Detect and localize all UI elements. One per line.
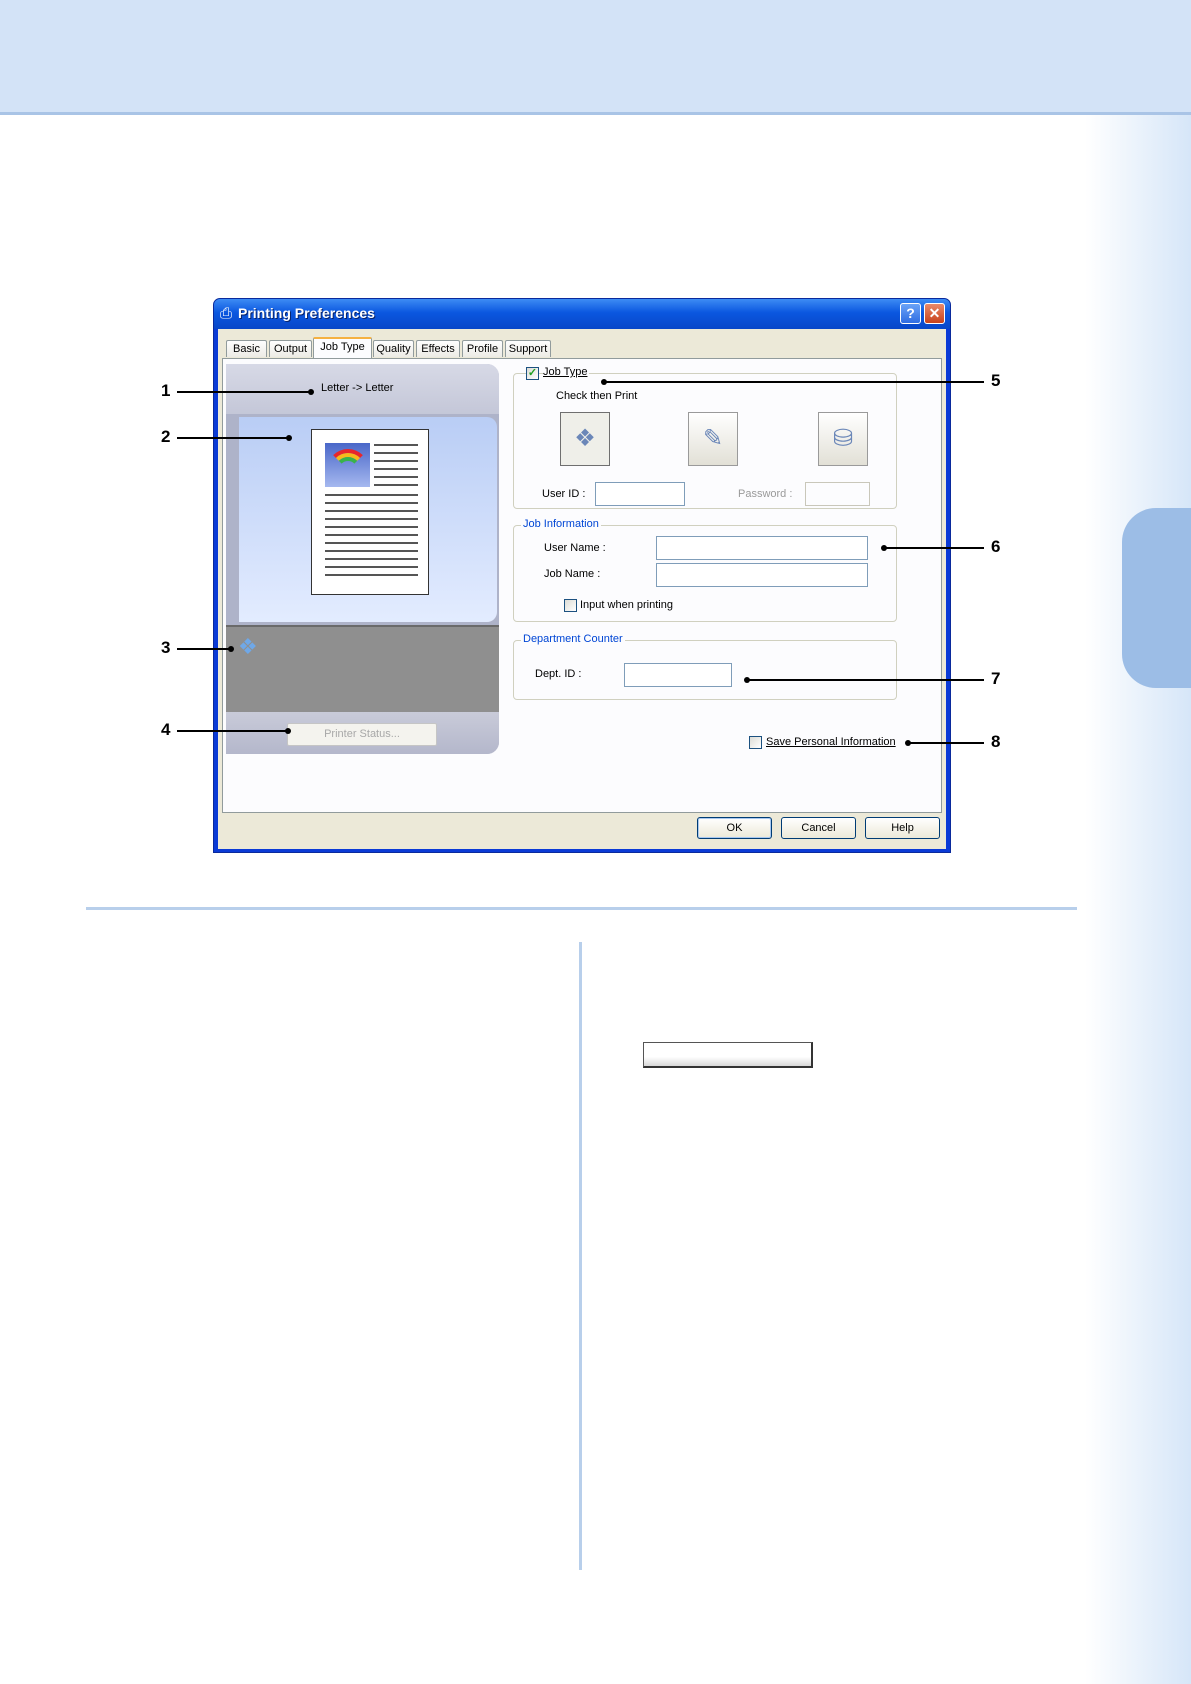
title-help-button[interactable]: ?: [900, 303, 921, 324]
tab-job-type[interactable]: Job Type: [313, 337, 372, 358]
close-button[interactable]: ✕: [924, 303, 945, 324]
tab-profile[interactable]: Profile: [462, 340, 503, 357]
callout-number-3: 3: [161, 638, 171, 657]
tab-quality[interactable]: Quality: [373, 340, 414, 357]
callout-line-7: [747, 679, 984, 681]
page-header-band: [0, 0, 1191, 115]
dept-id-input[interactable]: [624, 663, 732, 687]
callout-number-4: 4: [161, 720, 171, 739]
callout-dot-1: [308, 389, 314, 395]
callout-number-6: 6: [991, 537, 1001, 556]
preview-footer: Printer Status...: [226, 712, 499, 754]
job-mode-label: Check then Print: [556, 390, 638, 402]
paper-size-text: Letter -> Letter: [321, 382, 394, 394]
section-divider: [86, 907, 1077, 910]
print-preview-pane: Letter -> Letter ❖ Printer Status...: [226, 364, 499, 754]
callout-number-5: 5: [991, 371, 1001, 390]
callout-line-3: [177, 648, 231, 650]
callout-dot-6: [881, 545, 887, 551]
input-when-printing-checkbox[interactable]: [564, 599, 577, 612]
window-title: Printing Preferences: [238, 305, 375, 321]
button-illustration: [643, 1042, 813, 1068]
tab-support[interactable]: Support: [505, 340, 551, 357]
callout-line-6: [884, 547, 984, 549]
save-personal-information-label: Save Personal Information: [766, 736, 896, 748]
check-then-print-icon: ❖: [238, 634, 258, 659]
callout-dot-8: [905, 740, 911, 746]
user-id-label: User ID :: [542, 488, 586, 500]
job-information-legend: Job Information: [521, 518, 601, 530]
callout-dot-5: [601, 379, 607, 385]
page-side-strip: [1085, 115, 1191, 1684]
store-job-button[interactable]: ⛁: [818, 412, 868, 466]
callout-dot-3: [228, 646, 234, 652]
job-name-input[interactable]: [656, 563, 868, 587]
page-preview-area: [239, 417, 497, 622]
secure-print-button[interactable]: ✎: [688, 412, 738, 466]
rainbow-image-icon: [325, 443, 370, 487]
department-counter-group: Department Counter Dept. ID :: [513, 633, 897, 700]
callout-line-8: [908, 742, 984, 744]
preview-header: Letter -> Letter: [226, 364, 499, 414]
password-input[interactable]: [805, 482, 870, 506]
dialog-client-area: Basic Output Job Type Quality Effects Pr…: [218, 329, 946, 849]
cancel-button[interactable]: Cancel: [781, 817, 856, 839]
column-divider: [579, 942, 582, 1570]
callout-number-8: 8: [991, 732, 1001, 751]
job-type-group: ✓ Job Type Check then Print ❖ ✎ ⛁ User I…: [513, 366, 897, 509]
save-personal-information-checkbox[interactable]: [749, 736, 762, 749]
tab-output[interactable]: Output: [269, 340, 312, 357]
job-type-tab-panel: Letter -> Letter ❖ Printer Status... ✓ J…: [222, 358, 942, 813]
printer-icon: ⎙: [220, 305, 233, 322]
job-name-label: Job Name :: [544, 568, 601, 580]
tab-basic[interactable]: Basic: [226, 340, 267, 357]
callout-number-7: 7: [991, 669, 1001, 688]
tab-effects[interactable]: Effects: [416, 340, 460, 357]
job-type-checkbox[interactable]: ✓: [526, 367, 539, 380]
page-preview-image: [311, 429, 429, 595]
department-counter-legend: Department Counter: [521, 633, 625, 645]
callout-line-4: [177, 730, 288, 732]
help-button[interactable]: Help: [865, 817, 940, 839]
callout-line-5: [604, 381, 984, 383]
title-bar[interactable]: ⎙ Printing Preferences ? ✕: [214, 299, 950, 329]
job-type-checkbox-label: Job Type: [543, 366, 590, 378]
job-information-group: Job Information User Name : Job Name : I…: [513, 518, 897, 622]
printer-status-button[interactable]: Printer Status...: [287, 723, 437, 746]
callout-number-2: 2: [161, 427, 171, 446]
callout-line-2: [177, 437, 289, 439]
callout-line-1: [177, 391, 311, 393]
page-chapter-tab: [1122, 508, 1191, 688]
password-label: Password :: [738, 488, 793, 500]
user-name-label: User Name :: [544, 542, 606, 554]
dept-id-label: Dept. ID :: [535, 668, 582, 680]
ok-button[interactable]: OK: [697, 817, 772, 839]
user-id-input[interactable]: [595, 482, 685, 506]
callout-dot-7: [744, 677, 750, 683]
user-name-input[interactable]: [656, 536, 868, 560]
printer-info-area: ❖: [226, 625, 499, 712]
callout-dot-4: [285, 728, 291, 734]
check-then-print-button[interactable]: ❖: [560, 412, 610, 466]
input-when-printing-label: Input when printing: [580, 599, 673, 611]
callout-number-1: 1: [161, 381, 171, 400]
callout-dot-2: [286, 435, 292, 441]
